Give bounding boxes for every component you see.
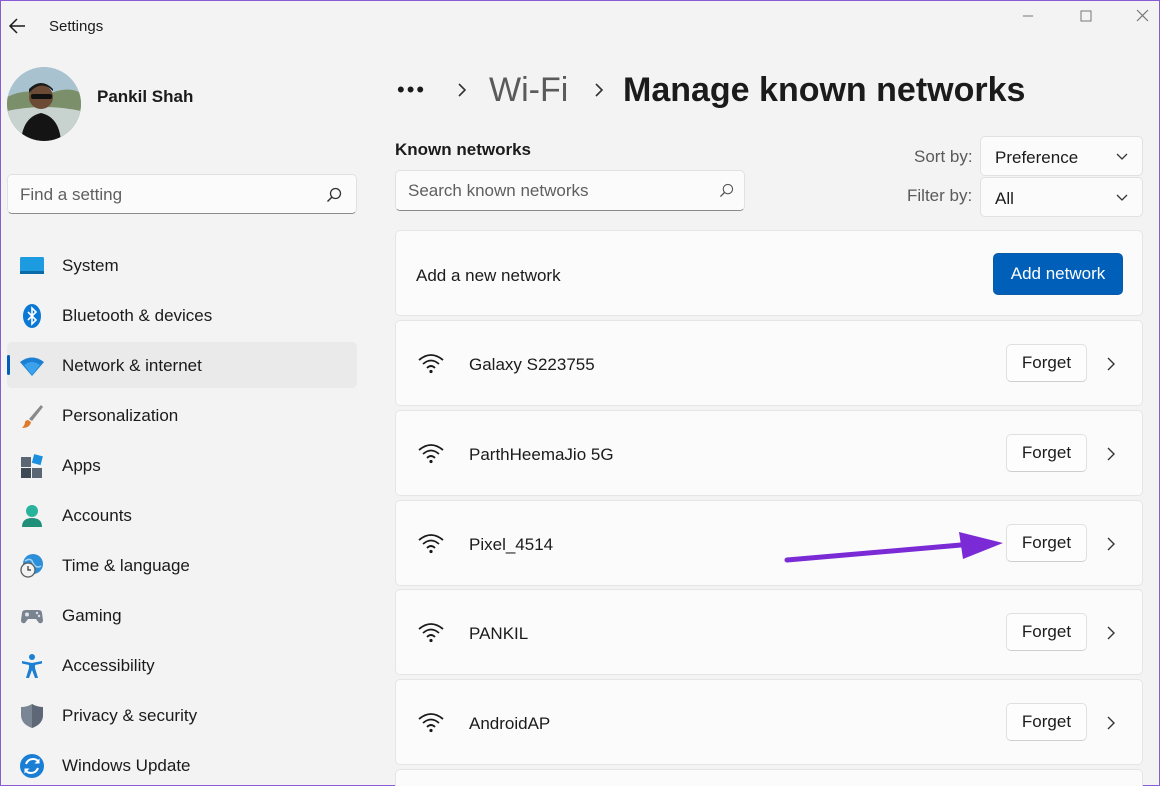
wifi-icon (418, 354, 444, 374)
search-icon[interactable] (719, 183, 734, 198)
profile-name: Pankil Shah (97, 87, 194, 106)
sidebar-item-accounts[interactable]: Accounts (7, 492, 357, 538)
sidebar-item-label: Network & internet (62, 356, 202, 375)
avatar-image (7, 67, 81, 141)
bluetooth-icon (23, 304, 41, 328)
close-icon[interactable] (1132, 7, 1154, 25)
search-input[interactable] (20, 184, 320, 206)
sidebar-item-system[interactable]: System (7, 242, 357, 288)
brush-icon (22, 405, 43, 428)
network-card[interactable]: AndroidAP Forget (395, 679, 1143, 765)
network-card[interactable]: Galaxy S223755 Forget (395, 320, 1143, 406)
network-name: AndroidAP (469, 714, 551, 733)
sidebar-item-label: Apps (62, 456, 101, 475)
sidebar-item-label: Privacy & security (62, 706, 198, 725)
accounts-icon (22, 505, 42, 527)
forget-button[interactable]: Forget (1006, 703, 1087, 741)
avatar[interactable] (7, 67, 81, 141)
filter-by-value: All (995, 189, 1014, 208)
network-card[interactable]: PANKIL Forget (395, 589, 1143, 675)
add-network-label: Add a new network (416, 266, 561, 285)
network-name: Galaxy S223755 (469, 355, 595, 374)
page-title: Manage known networks (623, 71, 1026, 109)
chevron-down-icon (1116, 153, 1128, 160)
network-name: PANKIL (469, 624, 529, 643)
update-icon (20, 754, 44, 778)
breadcrumb-overflow[interactable]: ••• (397, 77, 426, 103)
add-network-card: Add a new network Add network (395, 230, 1143, 316)
sort-by-label: Sort by: (914, 147, 973, 166)
chevron-right-icon[interactable] (1106, 625, 1116, 641)
annotation-arrow-icon (784, 532, 1003, 563)
sidebar-item-label: Bluetooth & devices (62, 306, 213, 325)
settings-search[interactable] (7, 174, 357, 214)
maximize-icon[interactable] (1075, 7, 1097, 25)
sidebar-item-network[interactable]: Network & internet (7, 342, 357, 388)
sidebar-item-label: Accessibility (62, 656, 155, 675)
sidebar-item-label: Accounts (62, 506, 132, 525)
sidebar-item-apps[interactable]: Apps (7, 442, 357, 488)
network-name: Pixel_4514 (469, 535, 554, 554)
sidebar-item-label: Windows Update (62, 756, 191, 775)
forget-button[interactable]: Forget (1006, 434, 1087, 472)
app-title: Settings (49, 18, 104, 35)
globe-clock-icon (20, 554, 43, 578)
apps-icon (21, 454, 43, 478)
wifi-icon (418, 444, 444, 464)
sort-by-value: Preference (995, 148, 1079, 167)
title-bar: Settings (1, 1, 1159, 53)
search-known-networks-input[interactable] (408, 180, 708, 202)
known-networks-heading: Known networks (395, 140, 532, 159)
chevron-down-icon (1116, 194, 1128, 201)
sidebar-item-bluetooth[interactable]: Bluetooth & devices (7, 292, 357, 338)
system-icon (20, 257, 44, 274)
wifi-icon (418, 713, 444, 733)
sidebar-item-label: Time & language (62, 556, 190, 575)
sidebar-nav: System Bluetooth & devices Network & int… (7, 242, 357, 786)
network-card[interactable]: Pixel_4514 Forget (395, 500, 1143, 586)
filter-by-label: Filter by: (907, 186, 973, 205)
network-icon (20, 357, 44, 376)
sort-by-dropdown[interactable]: Preference (980, 136, 1143, 176)
chevron-right-icon (458, 83, 467, 97)
sidebar-item-windows-update[interactable]: Windows Update (7, 742, 357, 786)
chevron-right-icon[interactable] (1106, 356, 1116, 372)
known-networks-search[interactable] (395, 170, 745, 211)
forget-button[interactable]: Forget (1006, 344, 1087, 382)
gamepad-icon (21, 610, 43, 624)
sidebar-item-label: System (62, 256, 119, 275)
sidebar-item-accessibility[interactable]: Accessibility (7, 642, 357, 688)
shield-icon (21, 704, 43, 728)
sidebar-item-time-language[interactable]: Time & language (7, 542, 357, 588)
wifi-icon (418, 623, 444, 643)
chevron-right-icon[interactable] (1106, 446, 1116, 462)
wifi-icon (418, 534, 444, 554)
accessibility-icon (22, 654, 42, 678)
back-arrow-icon[interactable] (7, 15, 29, 37)
sidebar-item-label: Personalization (62, 406, 179, 425)
forget-button[interactable]: Forget (1006, 524, 1087, 562)
search-icon[interactable] (326, 187, 342, 203)
forget-button[interactable]: Forget (1006, 613, 1087, 651)
breadcrumb-wifi[interactable]: Wi-Fi (489, 71, 568, 110)
minimize-icon[interactable] (1017, 7, 1039, 25)
network-card[interactable] (395, 769, 1143, 786)
sidebar-item-gaming[interactable]: Gaming (7, 592, 357, 638)
network-name: ParthHeemaJio 5G (469, 445, 614, 464)
network-card[interactable]: ParthHeemaJio 5G Forget (395, 410, 1143, 496)
chevron-right-icon[interactable] (1106, 536, 1116, 552)
chevron-right-icon[interactable] (1106, 715, 1116, 731)
filter-by-dropdown[interactable]: All (980, 177, 1143, 217)
chevron-right-icon (595, 83, 604, 97)
sidebar-item-personalization[interactable]: Personalization (7, 392, 357, 438)
sidebar-item-label: Gaming (62, 606, 122, 625)
add-network-button[interactable]: Add network (993, 253, 1123, 295)
sidebar-item-privacy-security[interactable]: Privacy & security (7, 692, 357, 738)
